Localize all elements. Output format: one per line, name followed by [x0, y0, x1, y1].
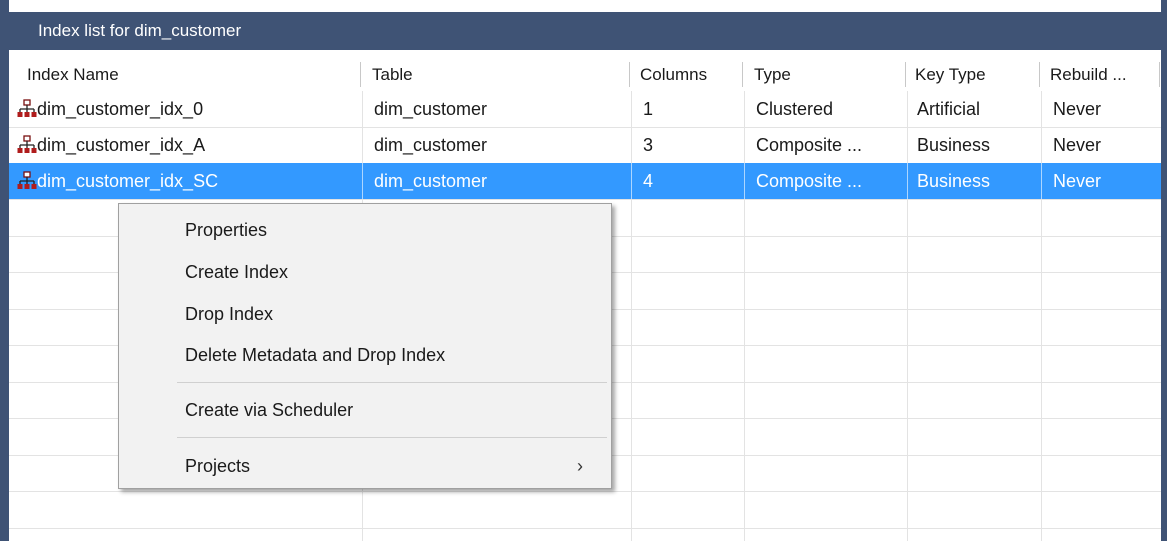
key-type-cell: Artificial: [917, 99, 981, 119]
grid-line: [9, 528, 1161, 529]
table-row-selected[interactable]: dim_customer_idx_SC dim_customer 4 Compo…: [9, 163, 1161, 199]
column-divider[interactable]: [1159, 62, 1160, 87]
index-name-cell: dim_customer_idx_SC: [37, 171, 219, 191]
table-row[interactable]: dim_customer_idx_A dim_customer 3 Compos…: [9, 127, 1161, 163]
column-divider[interactable]: [1039, 62, 1040, 87]
table-cell: dim_customer: [374, 171, 488, 191]
column-header-index-name[interactable]: Index Name: [20, 58, 362, 91]
menu-item-create-via-scheduler[interactable]: Create via Scheduler: [121, 390, 609, 430]
context-menu: Properties Create Index Drop Index Delet…: [118, 203, 612, 489]
table-row[interactable]: dim_customer_idx_0 dim_customer 1 Cluste…: [9, 91, 1161, 127]
grid-line: [9, 199, 1161, 200]
column-header-table[interactable]: Table: [365, 58, 627, 91]
rebuild-cell: Never: [1053, 135, 1102, 155]
menu-separator: [177, 382, 607, 383]
window-titlebar: Index list for dim_customer: [9, 12, 1161, 50]
column-divider[interactable]: [360, 62, 361, 87]
menu-item-label: Projects: [185, 456, 251, 476]
key-type-cell: Business: [917, 135, 991, 155]
column-divider[interactable]: [742, 62, 743, 87]
menu-item-label: Delete Metadata and Drop Index: [185, 345, 446, 365]
list-header: Index Name Table Columns Type Key Type R…: [9, 58, 1161, 91]
columns-cell: 4: [643, 171, 654, 191]
column-header-type[interactable]: Type: [747, 58, 903, 91]
menu-item-label: Create via Scheduler: [185, 400, 354, 420]
grid-line: [9, 491, 1161, 492]
menu-item-drop-index[interactable]: Drop Index: [121, 294, 609, 334]
chevron-right-icon: ›: [577, 456, 583, 476]
menu-item-label: Drop Index: [185, 304, 274, 324]
table-cell: dim_customer: [374, 99, 488, 119]
key-type-cell: Business: [917, 171, 991, 191]
menu-item-label: Create Index: [185, 262, 289, 282]
menu-item-label: Properties: [185, 220, 268, 240]
column-header-columns[interactable]: Columns: [633, 58, 739, 91]
type-cell: Composite ...: [756, 135, 863, 155]
rebuild-cell: Never: [1053, 99, 1102, 119]
column-divider[interactable]: [905, 62, 906, 87]
window-title: Index list for dim_customer: [38, 21, 242, 40]
column-divider[interactable]: [629, 62, 630, 87]
menu-item-projects[interactable]: Projects ›: [121, 446, 609, 486]
window-right-border: [1161, 0, 1167, 541]
type-cell: Clustered: [756, 99, 834, 119]
window-left-border: [0, 0, 9, 541]
type-cell: Composite ...: [756, 171, 863, 191]
menu-item-delete-metadata-and-drop-index[interactable]: Delete Metadata and Drop Index: [121, 335, 609, 375]
index-name-cell: dim_customer_idx_A: [37, 135, 206, 155]
index-name-cell: dim_customer_idx_0: [37, 99, 204, 119]
column-header-rebuild[interactable]: Rebuild ...: [1043, 58, 1159, 91]
menu-item-properties[interactable]: Properties: [121, 210, 609, 250]
columns-cell: 3: [643, 135, 654, 155]
menu-item-create-index[interactable]: Create Index: [121, 252, 609, 292]
columns-cell: 1: [643, 99, 654, 119]
index-list-window: Index list for dim_customer Index Name T…: [0, 0, 1167, 541]
rebuild-cell: Never: [1053, 171, 1102, 191]
menu-separator: [177, 437, 607, 438]
top-margin: [0, 0, 1167, 12]
table-cell: dim_customer: [374, 135, 488, 155]
column-header-key-type[interactable]: Key Type: [908, 58, 1036, 91]
